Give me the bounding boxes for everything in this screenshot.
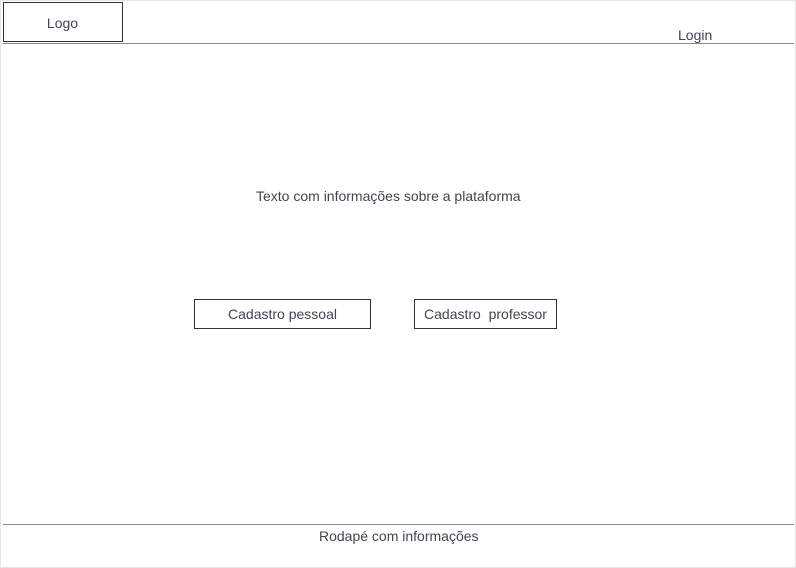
header-divider (3, 43, 794, 44)
footer-divider (3, 524, 794, 525)
page-frame (0, 0, 796, 568)
cadastro-pessoal-button[interactable]: Cadastro pessoal (194, 299, 371, 329)
footer-text: Rodapé com informações (319, 528, 479, 544)
platform-info-text: Texto com informações sobre a plataforma (256, 188, 521, 204)
logo[interactable]: Logo (3, 2, 123, 42)
cadastro-professor-button[interactable]: Cadastro professor (414, 299, 557, 329)
logo-label: Logo (46, 15, 79, 31)
login-link[interactable]: Login (678, 28, 712, 42)
